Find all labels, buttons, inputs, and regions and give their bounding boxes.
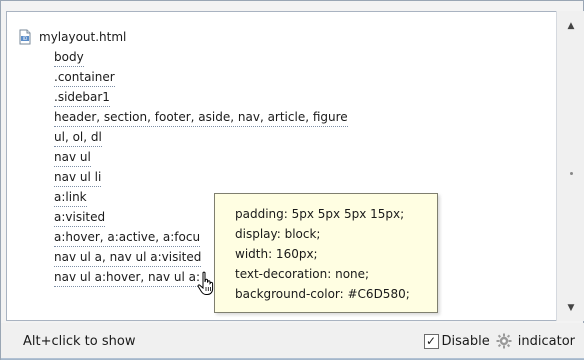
- status-bar: Alt+click to show ✓ Disable indicator: [1, 323, 584, 359]
- file-name-label: mylayout.html: [39, 30, 127, 44]
- html-file-icon: ID: [17, 29, 33, 45]
- tooltip-line: width: 160px;: [235, 247, 318, 261]
- rule-item[interactable]: a:link: [54, 189, 87, 207]
- hand-pointer-cursor-icon: [196, 271, 218, 297]
- scroll-down-arrow-icon[interactable]: ▼: [563, 301, 579, 315]
- css-inspector-window: ID mylayout.html body .container .sideba…: [0, 0, 584, 360]
- rule-item[interactable]: a:visited: [54, 209, 106, 227]
- rule-item[interactable]: header, section, footer, aside, nav, art…: [54, 109, 348, 127]
- alt-click-hint: Alt+click to show: [23, 333, 136, 349]
- tooltip-line: padding: 5px 5px 5px 15px;: [235, 207, 405, 221]
- tooltip-line: text-decoration: none;: [235, 267, 370, 281]
- rule-item[interactable]: body: [54, 49, 84, 67]
- rule-item-hovered[interactable]: nav ul a, nav ul a:visited: [54, 249, 202, 267]
- vertical-scrollbar[interactable]: ▲ ▼: [556, 11, 584, 321]
- tooltip-line: display: block;: [235, 227, 321, 241]
- gear-indicator-icon: [496, 333, 512, 349]
- css-properties-tooltip: padding: 5px 5px 5px 15px; display: bloc…: [214, 193, 438, 313]
- rule-item[interactable]: ul, ol, dl: [54, 129, 102, 147]
- rule-item[interactable]: a:hover, a:active, a:focu: [54, 229, 201, 247]
- scroll-up-arrow-icon[interactable]: ▲: [563, 19, 579, 33]
- disable-label[interactable]: Disable: [442, 334, 490, 349]
- rule-item[interactable]: .sidebar1: [54, 89, 110, 107]
- svg-text:ID: ID: [23, 36, 27, 41]
- disable-indicator-checkbox[interactable]: ✓: [423, 333, 439, 349]
- scroll-thumb-grip[interactable]: [570, 172, 573, 175]
- rule-item[interactable]: nav ul li: [54, 169, 102, 187]
- rule-item[interactable]: nav ul a:hover, nav ul a:: [54, 269, 201, 287]
- rule-item[interactable]: nav ul: [54, 149, 91, 167]
- file-node[interactable]: ID mylayout.html: [17, 27, 126, 47]
- rule-item[interactable]: .container: [54, 69, 115, 87]
- tooltip-line: background-color: #C6D580;: [235, 287, 410, 301]
- indicator-label: indicator: [517, 333, 575, 349]
